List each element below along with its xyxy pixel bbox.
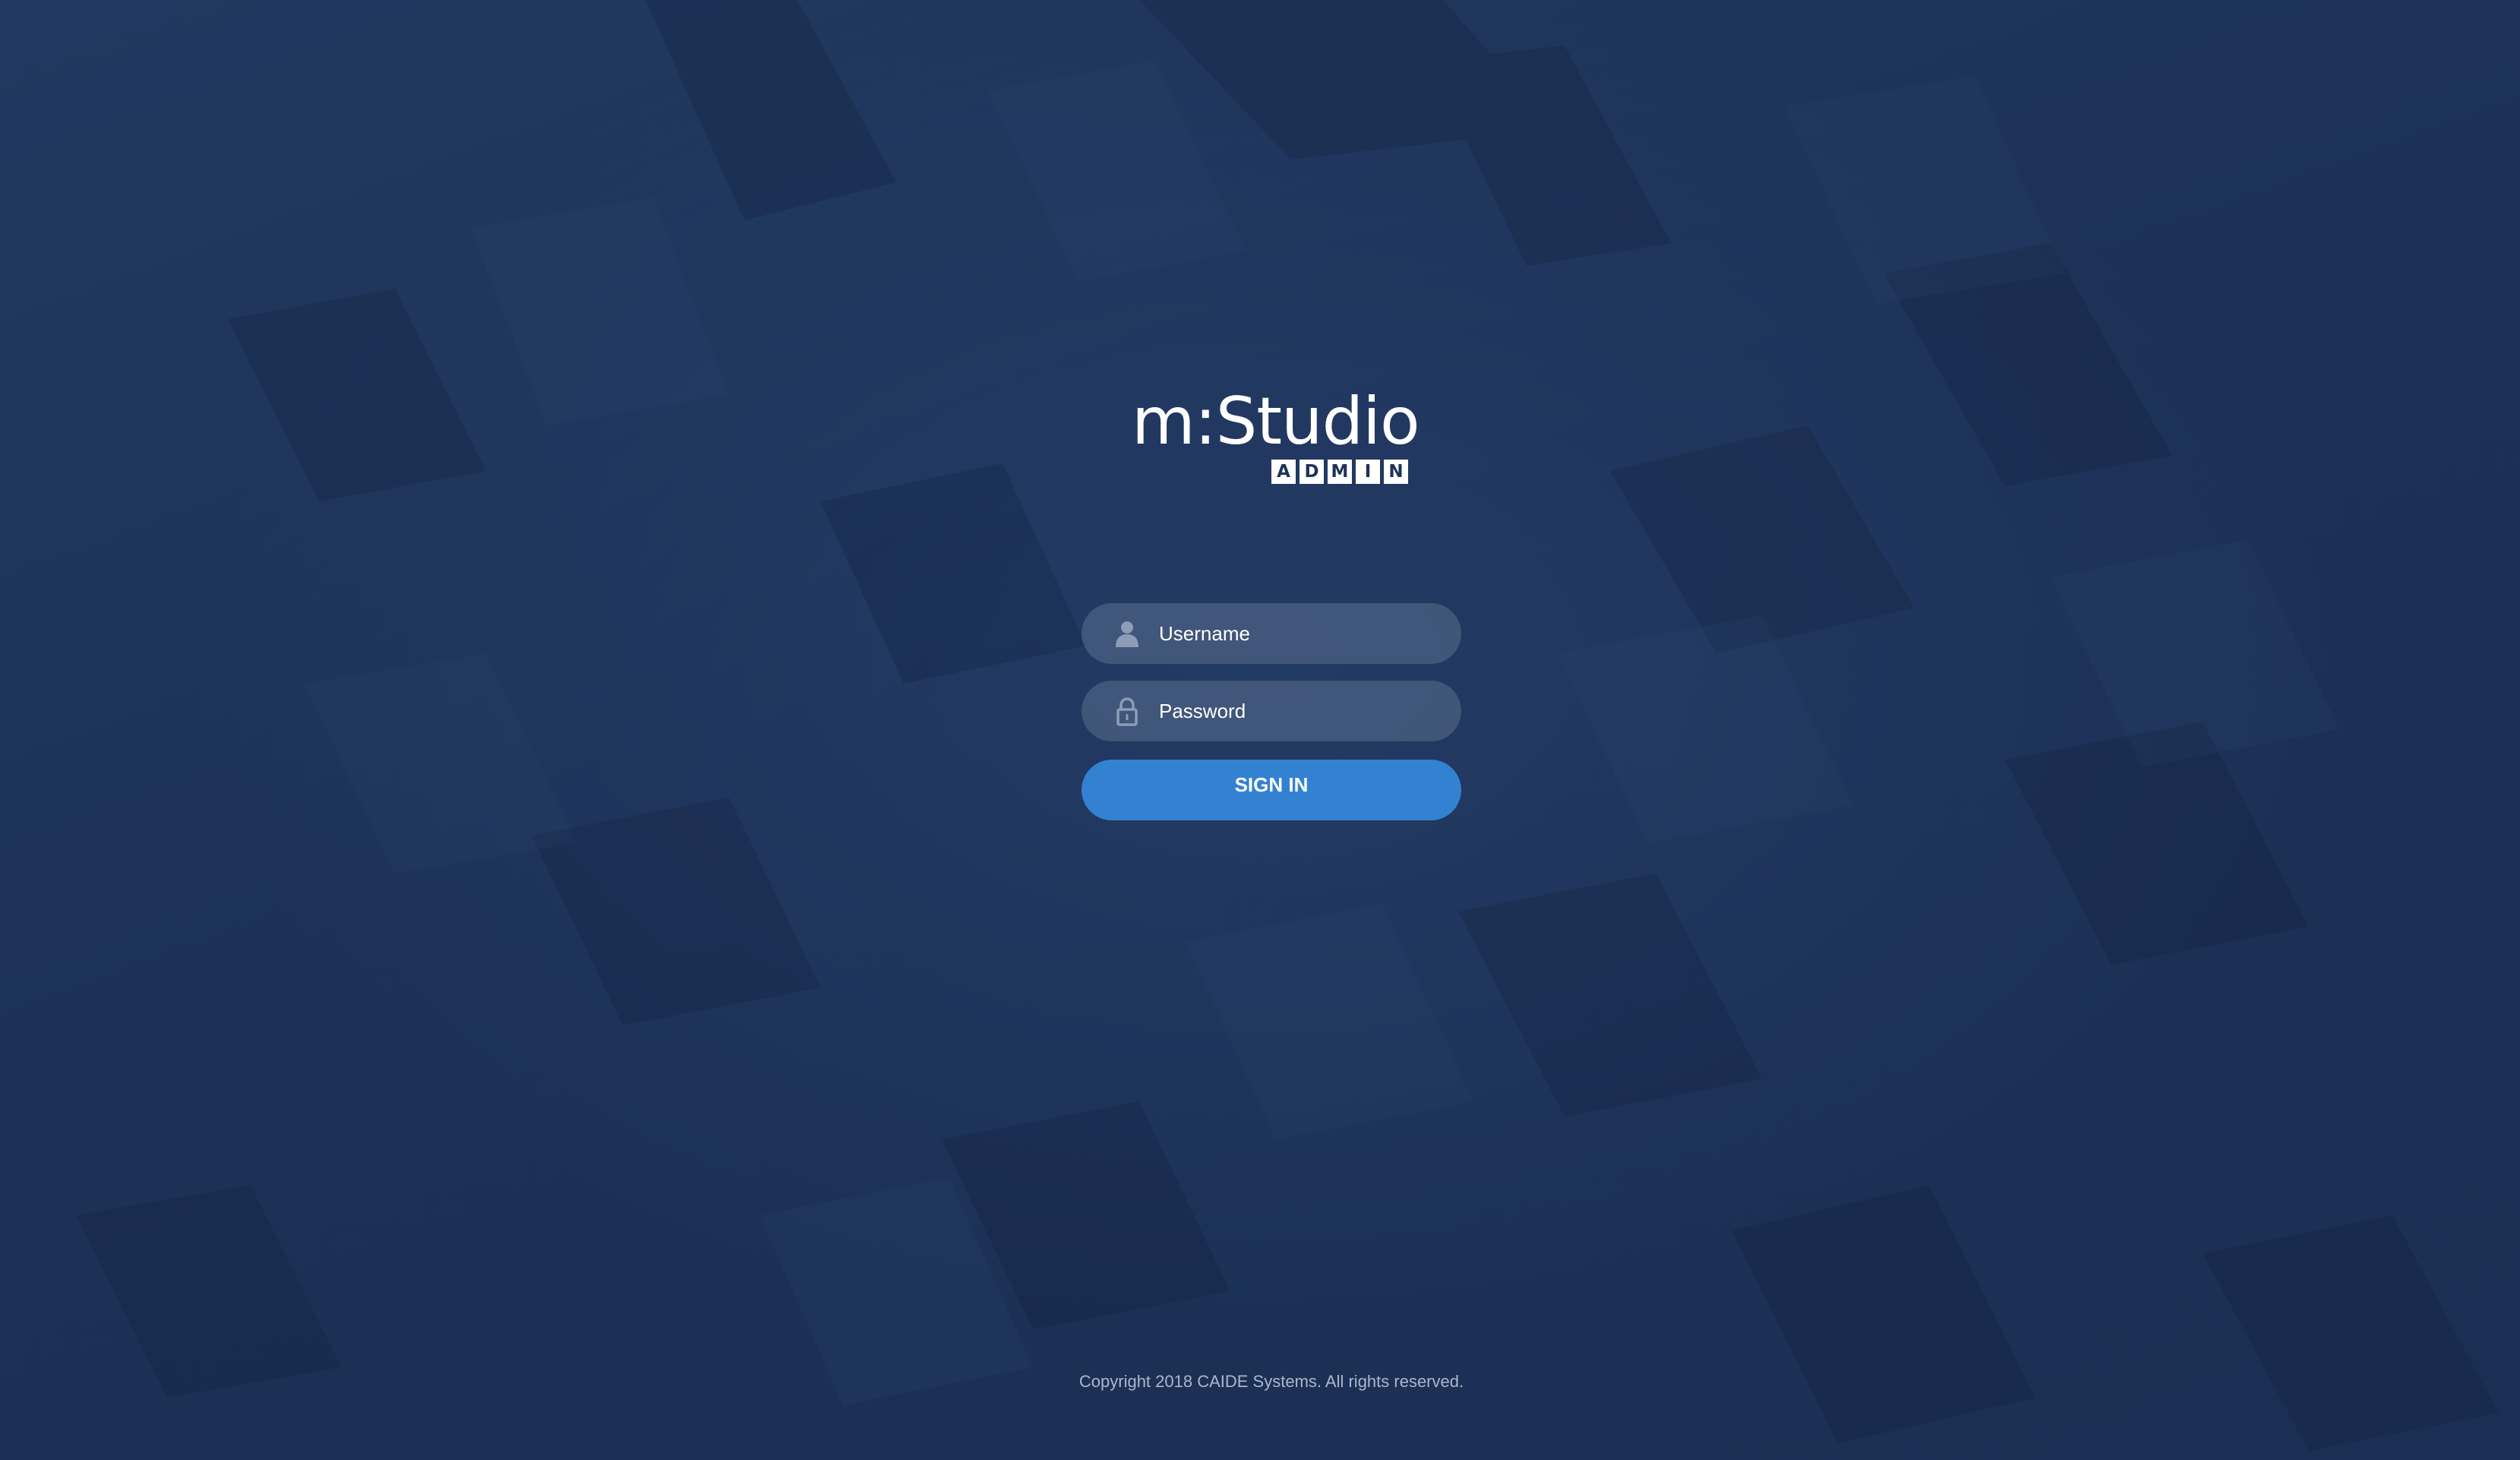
password-input[interactable]: [1159, 681, 1440, 741]
user-icon: [1112, 618, 1142, 649]
logo-admin-badge: A D M I N: [1271, 460, 1408, 484]
mstudio-admin-logo: m:Studio A D M I N: [1132, 384, 1420, 490]
username-input[interactable]: [1159, 603, 1440, 664]
lock-icon: [1112, 696, 1142, 726]
logo-wordmark: m:Studio: [1132, 384, 1420, 460]
logo-badge-letter: I: [1356, 460, 1380, 484]
sign-in-label: SIGN IN: [1234, 773, 1309, 796]
copyright-text: Copyright 2018 CAIDE Systems. All rights…: [1078, 1372, 1464, 1391]
logo-badge-letter: M: [1328, 460, 1352, 484]
username-field[interactable]: [1082, 603, 1461, 664]
logo-badge-letter: A: [1271, 460, 1296, 484]
logo-badge-letter: N: [1384, 460, 1408, 484]
logo-badge-letter: D: [1299, 460, 1324, 484]
sign-in-button[interactable]: SIGN IN: [1082, 760, 1461, 820]
password-field[interactable]: [1082, 681, 1461, 741]
